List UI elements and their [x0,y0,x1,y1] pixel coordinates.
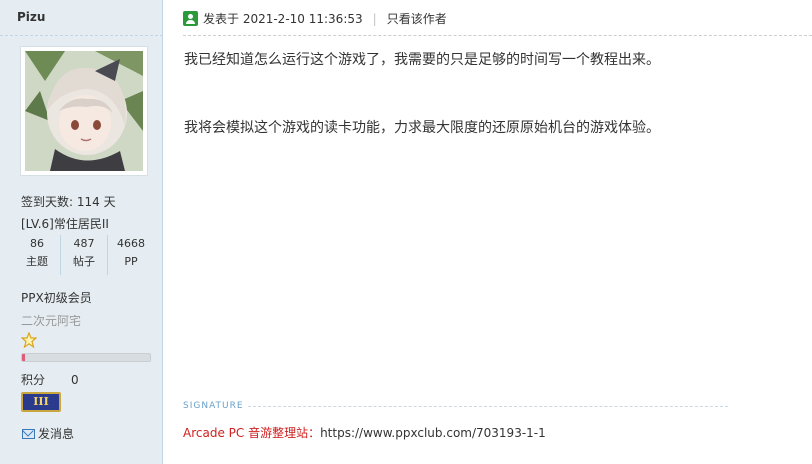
author-only-link[interactable]: 只看该作者 [387,10,447,27]
user-group[interactable]: PPX初级会员 [21,289,92,306]
level-progress-fill [22,354,25,361]
envelope-icon [22,428,35,439]
send-message-label: 发消息 [38,427,75,441]
signature: Arcade PC 音游整理站：https://www.ppxclub.com/… [183,424,546,441]
post-paragraph-1: 我已经知道怎么运行这个游戏了，我需要的只是足够的时间写一个教程出来。 [184,52,660,68]
stat-posts[interactable]: 487 帖子 [61,235,108,275]
user-level[interactable]: [LV.6]常住居民II [21,215,109,232]
points-value: 0 [71,373,79,387]
signature-rule [247,405,728,407]
avatar[interactable] [25,51,143,171]
signature-divider: SIGNATURE [183,401,728,411]
stat-posts-label: 帖子 [73,255,95,268]
meta-separator: | [372,11,377,26]
stat-topics-label: 主题 [26,255,48,268]
stat-topics[interactable]: 86 主题 [14,235,61,275]
medal-badge[interactable]: III [21,392,61,412]
send-message-link[interactable]: 发消息 [22,425,74,442]
user-subtitle: 二次元阿宅 [21,314,82,328]
username[interactable]: Pizu [0,0,163,36]
points-label: 积分 [21,373,46,387]
star-icon [20,331,38,351]
points: 积分 0 [21,371,79,388]
post-content: 发表于 2021-2-10 11:36:53 | 只看该作者 我已经知道怎么运行… [164,0,812,464]
online-user-icon [183,11,198,26]
stat-topics-value: 86 [30,237,44,250]
signature-label: SIGNATURE [183,401,244,411]
avatar-frame [20,46,148,176]
stat-pp-value: 4668 [117,237,145,250]
stat-posts-value: 487 [73,237,95,250]
level-progress-bar [21,353,151,362]
stat-pp[interactable]: 4668 PP [108,235,154,275]
checkin-days: 签到天数: 114 天 [21,195,116,209]
user-stats: 86 主题 487 帖子 4668 PP [14,235,154,275]
post-paragraph-2: 我将会模拟这个游戏的读卡功能，力求最大限度的还原原始机台的游戏体验。 [184,120,660,136]
post-time: 发表于 2021-2-10 11:36:53 [203,12,363,26]
signature-link[interactable]: https://www.ppxclub.com/703193-1-1 [320,426,546,440]
meta-divider [183,35,812,36]
user-sidebar: Pizu 签到天数: 114 天 [LV.6]常住居民II 86 主题 487 … [0,0,163,464]
post-body: 我已经知道怎么运行这个游戏了，我需要的只是足够的时间写一个教程出来。 我将会模拟… [184,50,804,186]
signature-title: Arcade PC 音游整理站： [183,426,321,440]
post-meta: 发表于 2021-2-10 11:36:53 | 只看该作者 [183,10,447,27]
stat-pp-label: PP [124,255,138,268]
